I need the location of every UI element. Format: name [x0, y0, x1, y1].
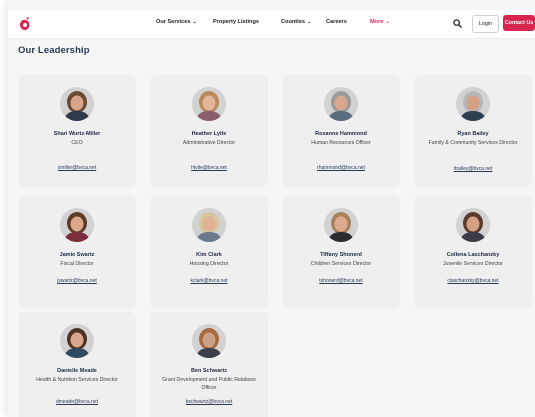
nav-label: Counties: [281, 19, 305, 25]
leader-role: CEO: [71, 140, 83, 146]
leader-photo: [60, 324, 94, 358]
chevron-down-icon: ⌄: [306, 19, 312, 25]
leader-name: Danielle Meade: [57, 368, 97, 374]
leader-role: Family & Community Services Director: [428, 140, 518, 146]
leader-photo: [60, 87, 94, 121]
leader-email-link[interactable]: kclark@bvca.net: [150, 278, 268, 284]
nav-property-listings[interactable]: Property Listings: [213, 19, 259, 25]
leader-card: Kim Clark Housing Director kclark@bvca.net: [150, 196, 268, 308]
nav-counties[interactable]: Counties ⌄: [281, 19, 311, 25]
chevron-down-icon: ⌄: [192, 19, 197, 25]
leader-photo: [324, 208, 358, 242]
leader-email-link[interactable]: claschanzky@bvca.net: [414, 278, 532, 284]
leader-card: Collena Laschanzky Juvenile Services Dire…: [414, 196, 532, 308]
leader-photo: [324, 87, 358, 121]
leader-card: Jamie Swartz Fiscal Director jswartz@bvca.…: [18, 196, 136, 308]
leader-card: Ryan Bailey Family & Community Services D…: [414, 75, 532, 187]
leader-photo: [192, 208, 226, 242]
leader-card: Roxanne Hammond Human Resources Officer rh…: [282, 75, 400, 187]
leader-name: Tiffany Shonerd: [320, 252, 362, 258]
leader-role: Juvenile Services Director: [443, 261, 503, 267]
leader-role: Housing Director: [189, 261, 229, 267]
leader-email-link[interactable]: bschwartz@bvca.net: [150, 399, 268, 405]
leader-name: Kim Clark: [196, 252, 222, 258]
leader-name: Ben Schwartz: [190, 368, 228, 374]
nav-label: Property Listings: [213, 19, 260, 25]
leader-name: Roxanne Hammond: [315, 131, 367, 137]
nav-more[interactable]: More ⌄: [370, 19, 390, 25]
site-header: Our Services ⌄ Property Listings Counties…: [8, 10, 535, 39]
leader-email-link[interactable]: jswartz@bvca.net: [18, 278, 136, 284]
leader-email-link[interactable]: smiller@bvca.net: [18, 165, 136, 171]
leader-photo: [192, 87, 226, 121]
leader-name: Heather Lytle: [191, 131, 227, 137]
leader-card: Heather Lytle Administrative Director hlyt…: [150, 75, 268, 187]
nav-our-services[interactable]: Our Services ⌄: [156, 19, 197, 25]
search-icon[interactable]: [453, 19, 462, 28]
leader-role: Administrative Director: [182, 140, 236, 146]
leader-role: Grant Development and Public Relations O…: [162, 377, 256, 392]
nav-label: Careers: [326, 19, 347, 25]
leader-name: Jamie Swartz: [59, 252, 95, 258]
leader-role: Fiscal Director: [60, 261, 94, 267]
leader-photo: [192, 324, 226, 358]
nav-careers[interactable]: Careers: [326, 19, 347, 25]
leader-role: Health & Nutrition Services Director: [36, 377, 118, 383]
contact-us-button[interactable]: Contact Us: [503, 15, 535, 31]
leader-name: Ryan Bailey: [457, 131, 489, 137]
leader-card: Danielle Meade Health & Nutrition Service…: [18, 312, 136, 417]
nav-label: Our Services: [156, 19, 191, 25]
leader-name: Collena Laschanzky: [446, 252, 500, 258]
leader-role: Human Resources Officer: [311, 140, 371, 146]
leader-photo: [456, 208, 490, 242]
page-title: Our Leadership: [18, 45, 90, 56]
leader-email-link[interactable]: dmeade@bvca.net: [18, 399, 136, 405]
leader-email-link[interactable]: tshonerd@bvca.net: [282, 278, 400, 284]
browser-viewport: Our Services ⌄ Property Listings Counties…: [8, 0, 535, 417]
login-button[interactable]: Login: [472, 15, 499, 33]
nav-label: More: [370, 19, 384, 25]
leader-email-link[interactable]: rbailey@bvca.net: [414, 166, 532, 172]
leader-photo: [60, 208, 94, 242]
leader-email-link[interactable]: rhammond@bvca.net: [282, 165, 400, 171]
leader-card: Ben Schwartz Grant Development and Public…: [150, 312, 268, 417]
chevron-down-icon: ⌄: [385, 19, 390, 25]
leader-email-link[interactable]: hlytle@bvca.net: [150, 165, 268, 171]
leader-photo: [456, 87, 490, 121]
leader-card: Shari Wurtz-Miller CEO smiller@bvca.net: [18, 75, 136, 187]
leader-card: Tiffany Shonerd Children Services Directo…: [282, 196, 400, 308]
leader-role: Children Services Director: [310, 261, 372, 267]
leader-name: Shari Wurtz-Miller: [53, 131, 101, 137]
